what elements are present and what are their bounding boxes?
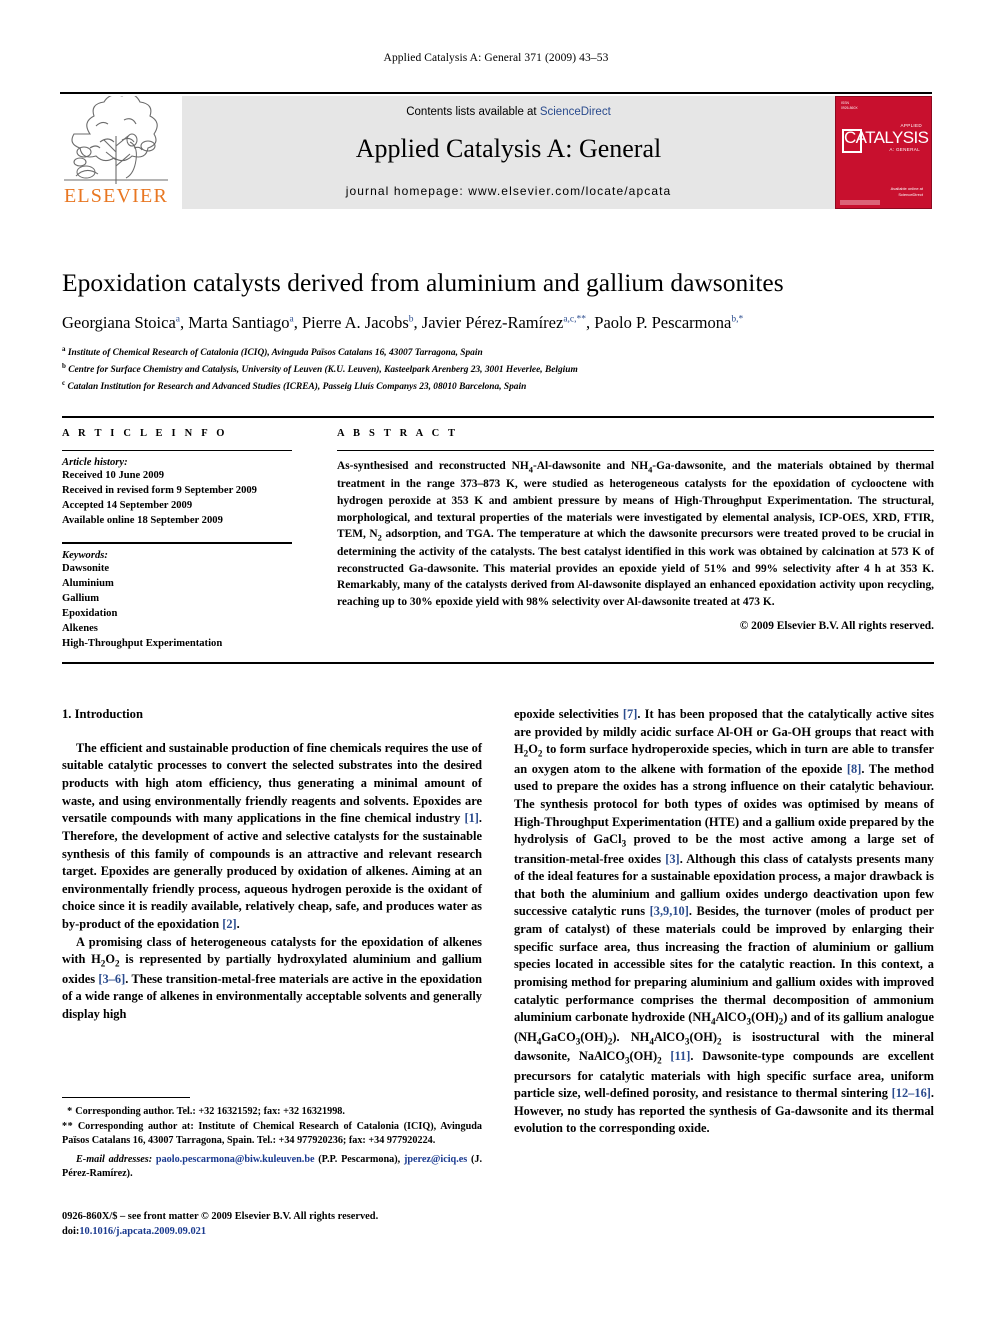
abstract-panel: A B S T R A C T As-synthesised and recon… xyxy=(337,428,934,632)
author-affil-mark: a xyxy=(289,314,294,325)
article-info-panel: A R T I C L E I N F O Article history: R… xyxy=(62,428,292,651)
contents-available-line: Contents lists available at ScienceDirec… xyxy=(182,106,835,118)
section-heading-introduction: 1. Introduction xyxy=(62,707,143,721)
author-affil-mark: a xyxy=(175,314,181,325)
affiliation-text: Institute of Chemical Research of Catalo… xyxy=(67,348,483,359)
article-info-divider xyxy=(62,450,292,452)
body-paragraph: The efficient and sustainable production… xyxy=(62,740,482,931)
affiliation-item: b Centre for Surface Chemistry and Catal… xyxy=(62,361,942,378)
affiliation-text: Centre for Surface Chemistry and Catalys… xyxy=(68,364,578,375)
elsevier-tree-icon xyxy=(64,93,168,184)
contents-prefix: Contents lists available at xyxy=(406,106,540,118)
article-history-item: Available online 18 September 2009 xyxy=(62,515,223,527)
sciencedirect-link[interactable]: ScienceDirect xyxy=(540,106,611,118)
footnote-block: * Corresponding author. Tel.: +32 163215… xyxy=(62,1097,482,1182)
doi-line: doi:10.1016/j.apcata.2009.09.021 xyxy=(62,1224,492,1239)
author-name: Georgiana Stoica xyxy=(62,313,176,332)
keywords-divider xyxy=(62,542,292,544)
journal-banner: Contents lists available at ScienceDirec… xyxy=(182,96,835,209)
info-band-top-rule xyxy=(62,416,934,418)
elsevier-logo: ELSEVIER xyxy=(60,93,172,209)
footnote-corresponding-2: ** Corresponding author at: Institute of… xyxy=(62,1120,482,1149)
author-affil-mark: b,* xyxy=(731,314,744,325)
author-affil-mark: a,c,** xyxy=(563,314,587,325)
citation-ref[interactable]: [12–16] xyxy=(892,1086,931,1100)
cover-subtitle-bottom: A: GENERAL xyxy=(889,147,920,152)
citation-ref[interactable]: [3] xyxy=(665,852,679,866)
affiliation-item: a Institute of Chemical Research of Cata… xyxy=(62,344,942,361)
article-history-label: Article history: xyxy=(62,457,128,469)
email-owner: (P.P. Pescarmona) xyxy=(318,1153,398,1165)
article-history-item: Accepted 14 September 2009 xyxy=(62,500,193,512)
double-asterisk-icon: ** xyxy=(62,1120,74,1132)
abstract-heading: A B S T R A C T xyxy=(337,428,459,439)
article-history-item: Received in revised form 9 September 200… xyxy=(62,485,257,497)
abstract-divider xyxy=(337,450,934,452)
elsevier-wordmark: ELSEVIER xyxy=(63,185,169,207)
abstract-text: As-synthesised and reconstructed NH4-Al-… xyxy=(337,460,934,609)
author-name: Marta Santiago xyxy=(188,313,290,332)
citation-ref[interactable]: [8] xyxy=(847,762,861,776)
author-name: Javier Pérez-Ramírez xyxy=(421,313,564,332)
running-head: Applied Catalysis A: General 371 (2009) … xyxy=(383,52,609,64)
affiliation-list: a Institute of Chemical Research of Cata… xyxy=(62,344,942,394)
keyword-item: High-Throughput Experimentation xyxy=(62,637,223,649)
keyword-item: Alkenes xyxy=(62,622,98,634)
asterisk-icon: * xyxy=(67,1106,73,1118)
citation-ref[interactable]: [3,9,10] xyxy=(650,904,689,918)
journal-cover-thumbnail: ISSN 0926-860X APPLIED CATALYSIS A: GENER… xyxy=(835,96,932,209)
body-column-left: 1. Introduction The efficient and sustai… xyxy=(62,706,482,1024)
footnote-text: Corresponding author. Tel.: +32 16321592… xyxy=(75,1106,345,1118)
abstract-copyright: © 2009 Elsevier B.V. All rights reserved… xyxy=(739,620,934,632)
journal-masthead: ELSEVIER Contents lists available at Sci… xyxy=(60,93,932,209)
footnote-corresponding-1: * Corresponding author. Tel.: +32 163215… xyxy=(62,1105,482,1119)
affiliation-mark: a xyxy=(62,345,66,353)
citation-ref[interactable]: [2] xyxy=(222,917,236,931)
cover-bottom-logo: Available online at ScienceDirect xyxy=(890,186,923,197)
body-column-right: epoxide selectivities [7]. It has been p… xyxy=(514,706,934,1138)
citation-ref[interactable]: [1] xyxy=(464,811,478,825)
header-divider xyxy=(60,92,932,94)
doi-label: doi: xyxy=(62,1226,80,1238)
body-paragraph: A promising class of heterogeneous catal… xyxy=(62,934,482,1021)
footnote-divider xyxy=(62,1097,190,1099)
cover-title: CATALYSIS xyxy=(844,128,929,147)
affiliation-mark: b xyxy=(62,361,66,370)
affiliation-text: Catalan Institution for Research and Adv… xyxy=(67,381,527,392)
affiliation-item: c Catalan Institution for Research and A… xyxy=(62,378,942,395)
citation-ref[interactable]: [11] xyxy=(670,1049,690,1063)
journal-homepage-link[interactable]: journal homepage: www.elsevier.com/locat… xyxy=(182,184,835,198)
article-history-item: Received 10 June 2009 xyxy=(62,470,165,482)
keywords-label: Keywords: xyxy=(62,549,108,561)
author-affil-mark: b xyxy=(408,314,414,325)
keyword-item: Gallium xyxy=(62,592,100,604)
imprint-block: 0926-860X/$ – see front matter © 2009 El… xyxy=(62,1209,492,1239)
doi-link[interactable]: 10.1016/j.apcata.2009.09.021 xyxy=(79,1226,206,1237)
email-link[interactable]: jperez@iciq.es xyxy=(404,1154,467,1165)
body-paragraph: epoxide selectivities [7]. It has been p… xyxy=(514,707,934,1136)
email-link[interactable]: paolo.pescarmona@biw.kuleuven.be xyxy=(156,1154,315,1165)
article-info-heading: A R T I C L E I N F O xyxy=(62,428,228,439)
citation-ref[interactable]: [3–6] xyxy=(98,972,125,986)
author-name: Paolo P. Pescarmona xyxy=(594,313,732,332)
email-label: E-mail addresses: xyxy=(76,1153,153,1165)
paper-page: Applied Catalysis A: General 371 (2009) … xyxy=(0,0,992,1323)
info-band-bottom-rule xyxy=(62,662,934,664)
journal-title: Applied Catalysis A: General xyxy=(355,134,662,163)
author-list: Georgiana Stoicaa, Marta Santiagoa, Pier… xyxy=(62,313,744,332)
front-matter-line: 0926-860X/$ – see front matter © 2009 El… xyxy=(62,1211,379,1222)
article-title: Epoxidation catalysts derived from alumi… xyxy=(62,268,784,297)
footnote-text: Corresponding author at: Institute of Ch… xyxy=(62,1120,482,1147)
cover-bottom-bar xyxy=(840,200,880,205)
cover-issn: ISSN 0926-860X xyxy=(841,101,858,110)
citation-ref[interactable]: [7] xyxy=(623,707,637,721)
affiliation-mark: c xyxy=(62,378,66,387)
footnote-emails: E-mail addresses: paolo.pescarmona@biw.k… xyxy=(62,1153,483,1180)
keyword-item: Aluminium xyxy=(62,577,114,589)
keyword-item: Epoxidation xyxy=(62,607,118,619)
keyword-item: Dawsonite xyxy=(62,562,110,574)
author-name: Pierre A. Jacobs xyxy=(302,313,409,332)
